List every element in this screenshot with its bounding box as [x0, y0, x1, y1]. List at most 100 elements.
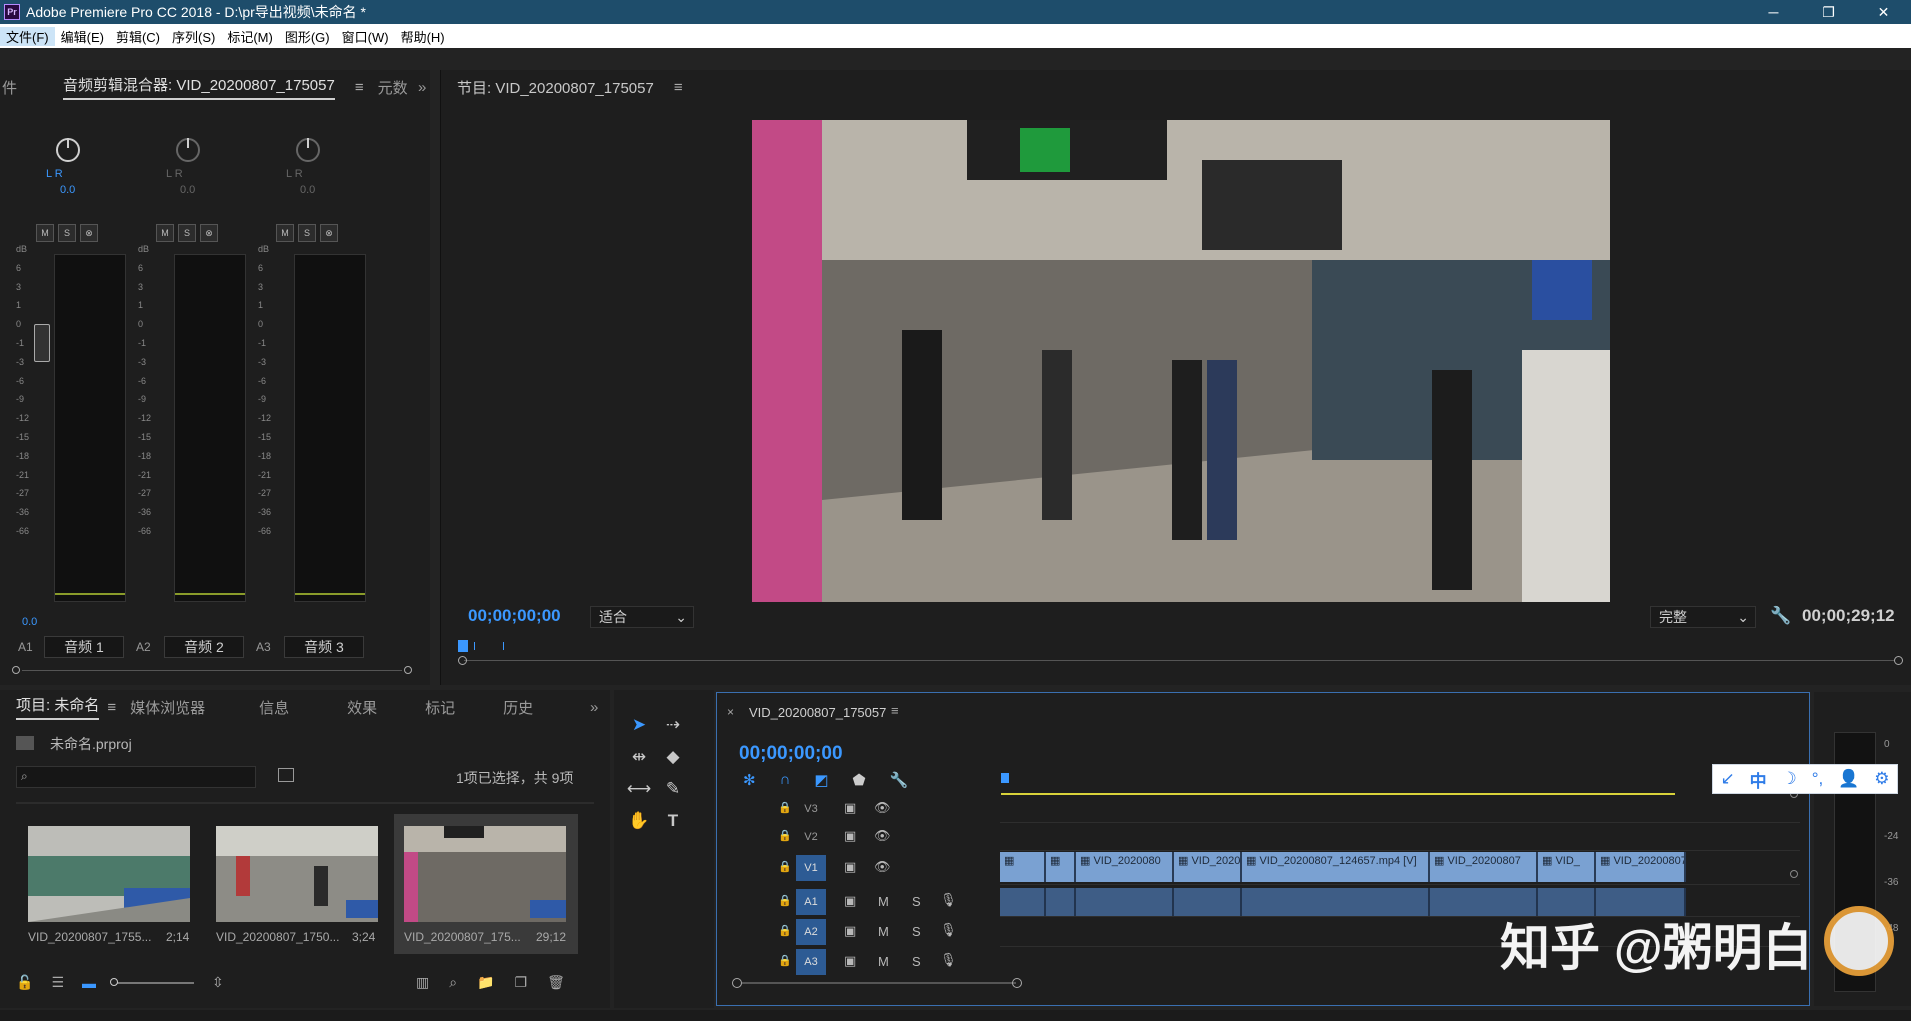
audio-clip[interactable]	[1046, 888, 1076, 916]
sort-icon[interactable]: ⇳	[212, 974, 224, 991]
mixer-scrollbar[interactable]	[12, 664, 412, 676]
record-button[interactable]: ⊗	[320, 224, 338, 242]
lock-icon[interactable]: 🔓	[16, 974, 33, 991]
menu-edit[interactable]: 编辑(E)	[55, 27, 110, 46]
ime-settings-icon[interactable]: ⚙	[1874, 769, 1889, 789]
solo-button[interactable]: S	[58, 224, 76, 242]
toggle-sync-icon[interactable]: ▣	[844, 923, 856, 939]
sequence-timecode[interactable]: 00;00;00;00	[739, 743, 843, 765]
pan-value[interactable]: 0.0	[180, 184, 195, 196]
solo-button[interactable]: S	[178, 224, 196, 242]
type-tool-icon[interactable]: T	[660, 808, 686, 834]
audio-clip[interactable]	[1076, 888, 1174, 916]
audio-clip[interactable]	[1174, 888, 1242, 916]
video-clip[interactable]: ▦ VID_2020080	[1076, 852, 1174, 882]
minimize-icon[interactable]: ─	[1746, 0, 1801, 24]
restore-icon[interactable]: ❐	[1801, 0, 1856, 24]
lock-icon[interactable]: 🔒	[778, 860, 792, 873]
fit-dropdown[interactable]: 适合 ⌄	[590, 606, 694, 628]
menu-sequence[interactable]: 序列(S)	[166, 27, 221, 46]
tab-audio-clip-mixer[interactable]: 音频剪辑混合器: VID_20200807_175057	[63, 74, 335, 100]
microphone-icon[interactable]: 🎙	[940, 922, 957, 938]
record-button[interactable]: ⊗	[80, 224, 98, 242]
search-input[interactable]: ⌕	[16, 766, 256, 788]
trash-icon[interactable]: 🗑	[547, 974, 565, 991]
solo-button[interactable]: S	[912, 924, 921, 939]
solo-button[interactable]: S	[912, 954, 921, 969]
menu-marker[interactable]: 标记(M)	[221, 27, 279, 46]
menu-graphics[interactable]: 图形(G)	[279, 27, 336, 46]
new-bin-icon[interactable]: 📁	[477, 974, 494, 991]
ime-halfwidth-icon[interactable]: ☽	[1782, 769, 1797, 789]
record-button[interactable]: ⊗	[200, 224, 218, 242]
mute-button[interactable]: M	[878, 954, 889, 969]
lock-icon[interactable]: 🔒	[778, 954, 792, 967]
snap-icon[interactable]: ∩	[780, 771, 791, 789]
tab-markers[interactable]: 标记	[425, 697, 455, 718]
tab-info[interactable]: 信息	[259, 697, 289, 718]
video-clip[interactable]: ▦ VID_20200807	[1596, 852, 1686, 882]
video-clip[interactable]: ▦ VID_20200807	[1430, 852, 1538, 882]
solo-button[interactable]: S	[912, 894, 921, 909]
menu-clip[interactable]: 剪辑(C)	[110, 27, 166, 46]
nest-icon[interactable]: ✻	[743, 771, 756, 789]
lock-icon[interactable]: 🔒	[778, 829, 792, 842]
overflow-chevron-icon[interactable]: »	[590, 699, 598, 716]
mute-button[interactable]: M	[156, 224, 174, 242]
add-marker-icon[interactable]: ⬟	[853, 771, 866, 789]
lock-icon[interactable]: 🔒	[778, 894, 792, 907]
menu-file[interactable]: 文件(F)	[0, 26, 55, 46]
zoom-slider[interactable]	[110, 977, 194, 986]
tab-prev[interactable]: 件	[2, 77, 17, 98]
eye-icon[interactable]: 👁	[874, 800, 891, 816]
automate-to-sequence-icon[interactable]: ▥	[416, 974, 429, 991]
ime-chinese-toggle[interactable]: 中	[1750, 767, 1767, 792]
volume-fader[interactable]	[34, 324, 50, 362]
pan-knob[interactable]	[56, 138, 80, 162]
eye-icon[interactable]: 👁	[874, 828, 891, 844]
find-icon[interactable]: ⌕	[449, 974, 457, 991]
track-label[interactable]: V1	[796, 855, 826, 881]
audio-clip[interactable]	[1242, 888, 1430, 916]
toggle-sync-icon[interactable]: ▣	[844, 893, 856, 909]
tab-project[interactable]: 项目: 未命名	[16, 694, 100, 720]
solo-button[interactable]: S	[298, 224, 316, 242]
toggle-sync-icon[interactable]: ▣	[844, 828, 856, 844]
track-label[interactable]: A2	[796, 919, 826, 945]
linked-selection-icon[interactable]: ◩	[814, 771, 828, 789]
hand-tool-icon[interactable]: ✋	[626, 808, 652, 834]
close-icon[interactable]: ✕	[1856, 0, 1911, 24]
mute-button[interactable]: M	[276, 224, 294, 242]
ime-punctuation-icon[interactable]: °,	[1812, 769, 1824, 789]
quality-dropdown[interactable]: 完整 ⌄	[1650, 606, 1756, 628]
panel-menu-icon[interactable]: ≡	[355, 79, 364, 96]
pan-value[interactable]: 0.0	[300, 184, 315, 196]
toggle-sync-icon[interactable]: ▣	[844, 800, 856, 816]
track-label[interactable]: A3	[796, 949, 826, 975]
video-clip[interactable]: ▦ VID_20200807_124657.mp4 [V]	[1242, 852, 1430, 882]
track-label[interactable]: A1	[796, 889, 826, 915]
video-clip[interactable]: ▦	[1046, 852, 1076, 882]
pan-knob[interactable]	[296, 138, 320, 162]
program-time-ruler[interactable]	[458, 638, 1903, 672]
close-tab-icon[interactable]: ×	[727, 705, 734, 719]
toggle-sync-icon[interactable]: ▣	[844, 859, 856, 875]
pen-tool-icon[interactable]: ✎	[660, 776, 686, 802]
list-view-icon[interactable]: ☰	[51, 974, 64, 991]
lock-icon[interactable]: 🔒	[778, 801, 792, 814]
mute-button[interactable]: M	[36, 224, 54, 242]
microphone-icon[interactable]: 🎙	[940, 892, 957, 908]
toggle-sync-icon[interactable]: ▣	[844, 953, 856, 969]
playhead-timecode[interactable]: 00;00;00;00	[468, 606, 561, 626]
panel-menu-icon[interactable]: ≡	[674, 79, 683, 96]
project-item-thumb[interactable]	[28, 826, 190, 922]
ime-mode-icon[interactable]: ↙	[1720, 769, 1734, 789]
razor-tool-icon[interactable]: ◆	[660, 744, 686, 770]
new-bin-icon[interactable]	[278, 768, 294, 782]
wrench-icon[interactable]: 🔧	[1770, 606, 1791, 626]
timeline-settings-icon[interactable]: 🔧	[890, 771, 909, 789]
project-item-thumb[interactable]	[404, 826, 566, 922]
panel-menu-icon[interactable]: ≡	[107, 699, 116, 716]
microphone-icon[interactable]: 🎙	[940, 952, 957, 968]
panel-menu-icon[interactable]: ≡	[891, 703, 899, 718]
